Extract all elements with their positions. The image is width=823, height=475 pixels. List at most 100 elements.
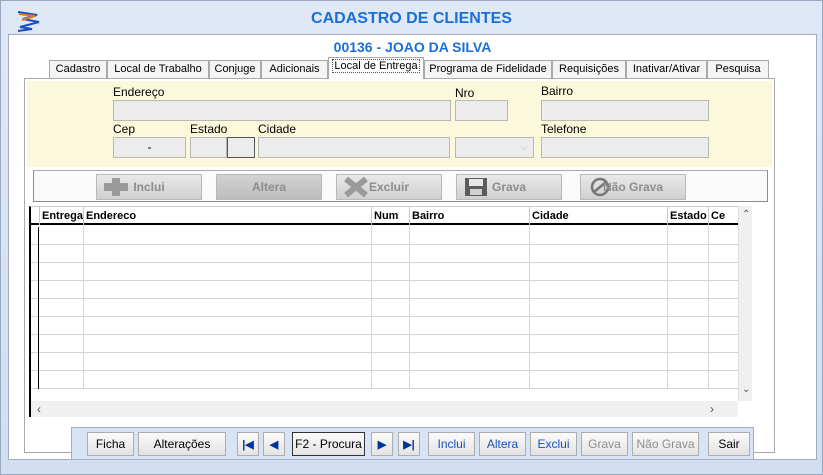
column-header-endereco[interactable]: Endereco	[84, 207, 372, 225]
estado-lookup-field[interactable]	[227, 137, 255, 158]
table-cell[interactable]	[372, 353, 410, 371]
scroll-down-icon[interactable]: ⌄	[742, 384, 750, 395]
table-row[interactable]	[31, 353, 738, 371]
table-cell[interactable]	[709, 281, 738, 299]
table-row[interactable]	[31, 335, 738, 353]
column-header-num[interactable]: Num	[372, 207, 410, 225]
cidade-select[interactable]: ⌵	[455, 137, 534, 158]
row-indicator[interactable]	[31, 335, 39, 353]
estado-field[interactable]	[190, 137, 227, 158]
bottom-exclui-button[interactable]: Exclui	[530, 432, 577, 456]
table-row[interactable]	[31, 317, 738, 335]
cidade-field[interactable]	[258, 137, 450, 158]
table-cell[interactable]	[40, 335, 84, 353]
table-cell[interactable]	[668, 371, 709, 389]
grava-button[interactable]: Grava	[456, 174, 562, 200]
table-cell[interactable]	[372, 281, 410, 299]
table-cell[interactable]	[84, 263, 372, 281]
table-cell[interactable]	[668, 245, 709, 263]
table-cell[interactable]	[530, 263, 668, 281]
cep-field[interactable]: -	[113, 137, 186, 158]
table-cell[interactable]	[84, 353, 372, 371]
tab-local-de-trabalho[interactable]: Local de Trabalho	[107, 60, 209, 79]
table-row[interactable]	[31, 263, 738, 281]
table-row[interactable]	[31, 371, 738, 389]
column-header-bairro[interactable]: Bairro	[410, 207, 530, 225]
bottom-nao-grava-button[interactable]: Não Grava	[632, 432, 699, 456]
table-cell[interactable]	[410, 371, 530, 389]
vertical-scrollbar[interactable]: ⌃ ⌄	[738, 206, 752, 401]
table-cell[interactable]	[530, 317, 668, 335]
table-cell[interactable]	[372, 263, 410, 281]
table-cell[interactable]	[530, 245, 668, 263]
table-cell[interactable]	[709, 353, 738, 371]
table-cell[interactable]	[668, 299, 709, 317]
table-row[interactable]	[31, 281, 738, 299]
table-cell[interactable]	[709, 263, 738, 281]
table-cell[interactable]	[709, 227, 738, 245]
table-cell[interactable]	[668, 263, 709, 281]
row-indicator[interactable]	[31, 227, 39, 245]
table-cell[interactable]	[668, 281, 709, 299]
nao-grava-button[interactable]: Não Grava	[580, 174, 686, 200]
table-cell[interactable]	[84, 245, 372, 263]
bairro-field[interactable]	[541, 100, 709, 121]
row-indicator[interactable]	[31, 245, 39, 263]
tab-inativar-ativar[interactable]: Inativar/Ativar	[626, 60, 707, 79]
table-row[interactable]	[31, 245, 738, 263]
table-cell[interactable]	[410, 263, 530, 281]
tab-adicionais[interactable]: Adicionais	[261, 60, 328, 79]
table-cell[interactable]	[84, 281, 372, 299]
bottom-altera-button[interactable]: Altera	[479, 432, 526, 456]
inclui-button[interactable]: Inclui	[96, 174, 202, 200]
table-cell[interactable]	[530, 335, 668, 353]
table-cell[interactable]	[40, 281, 84, 299]
table-cell[interactable]	[668, 317, 709, 335]
table-cell[interactable]	[40, 371, 84, 389]
table-cell[interactable]	[530, 371, 668, 389]
altera-button[interactable]: Altera	[216, 174, 322, 200]
horizontal-scrollbar[interactable]: ‹ ›	[29, 401, 738, 417]
table-cell[interactable]	[530, 281, 668, 299]
table-cell[interactable]	[668, 227, 709, 245]
table-cell[interactable]	[84, 335, 372, 353]
column-header-estado[interactable]: Estado	[668, 207, 709, 225]
tab-cadastro[interactable]: Cadastro	[49, 60, 107, 79]
last-record-button[interactable]: ▶|	[398, 432, 420, 456]
table-cell[interactable]	[410, 353, 530, 371]
bottom-grava-button[interactable]: Grava	[581, 432, 628, 456]
table-row[interactable]	[31, 227, 738, 245]
tab-pesquisa[interactable]: Pesquisa	[707, 60, 769, 79]
table-cell[interactable]	[709, 245, 738, 263]
ficha-button[interactable]: Ficha	[87, 432, 134, 456]
scroll-right-icon[interactable]: ›	[710, 402, 714, 416]
table-cell[interactable]	[709, 317, 738, 335]
row-indicator[interactable]	[31, 263, 39, 281]
endereco-field[interactable]	[113, 100, 451, 121]
table-cell[interactable]	[709, 335, 738, 353]
delivery-address-table[interactable]: Entrega Endereco Num Bairro Cidade Estad…	[29, 206, 738, 401]
sair-button[interactable]: Sair	[708, 432, 750, 456]
scroll-left-icon[interactable]: ‹	[37, 402, 41, 416]
table-row[interactable]	[31, 299, 738, 317]
column-header-cidade[interactable]: Cidade	[530, 207, 668, 225]
table-cell[interactable]	[530, 299, 668, 317]
table-cell[interactable]	[372, 317, 410, 335]
table-cell[interactable]	[84, 371, 372, 389]
tab-requisicoes[interactable]: Requisições	[552, 60, 626, 79]
telefone-field[interactable]	[541, 137, 709, 158]
table-cell[interactable]	[372, 245, 410, 263]
table-cell[interactable]	[40, 263, 84, 281]
table-cell[interactable]	[372, 371, 410, 389]
row-indicator[interactable]	[31, 371, 39, 389]
excluir-button[interactable]: Excluir	[336, 174, 442, 200]
table-cell[interactable]	[410, 281, 530, 299]
bottom-inclui-button[interactable]: Inclui	[428, 432, 475, 456]
table-cell[interactable]	[668, 335, 709, 353]
tab-local-de-entrega[interactable]: Local de Entrega	[328, 57, 424, 79]
table-cell[interactable]	[40, 299, 84, 317]
alteracoes-button[interactable]: Alterações	[138, 432, 226, 456]
table-cell[interactable]	[410, 227, 530, 245]
table-cell[interactable]	[709, 371, 738, 389]
table-cell[interactable]	[40, 227, 84, 245]
